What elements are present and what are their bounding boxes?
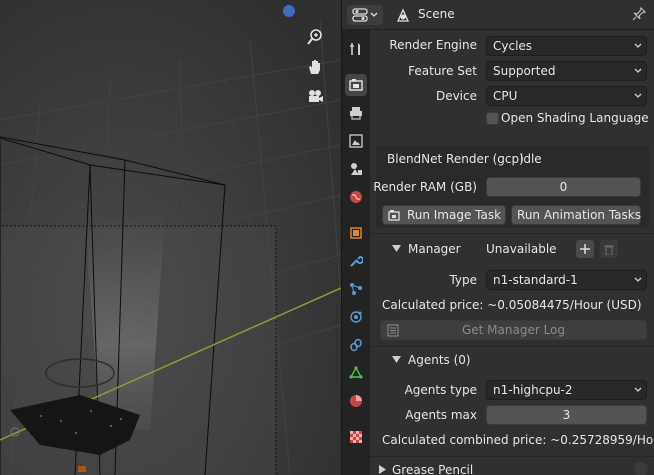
run-animation-tasks-label: Run Animation Tasks xyxy=(517,208,641,222)
render-image-icon xyxy=(388,210,400,221)
scene-breadcrumb: Scene xyxy=(418,7,455,21)
scene-properties-icon xyxy=(351,163,362,175)
properties-header: Scene xyxy=(342,0,654,30)
manager-title: Manager xyxy=(408,242,461,256)
get-manager-log-label: Get Manager Log xyxy=(461,323,566,337)
feature-set-dropdown[interactable]: Supported xyxy=(486,61,647,81)
output-tab[interactable] xyxy=(345,102,367,124)
properties-tabs xyxy=(342,30,370,475)
modifiers-tab[interactable] xyxy=(345,250,367,272)
render-engine-dropdown[interactable]: Cycles xyxy=(486,36,647,56)
wrench-screwdriver-icon xyxy=(350,43,360,55)
agents-combined-price-text: Calculated combined price: ~0.25728959/H… xyxy=(382,433,654,447)
texture-checker-icon xyxy=(350,431,362,443)
manager-type-label: Type xyxy=(449,273,477,287)
blendnet-status: idle xyxy=(520,152,542,166)
chevron-down-icon xyxy=(634,43,642,48)
render-ram-label: Render RAM (GB) xyxy=(373,180,477,194)
wrench-icon xyxy=(350,255,363,267)
log-text-icon xyxy=(387,324,399,337)
viewport-scene xyxy=(0,0,341,475)
osl-checkbox[interactable] xyxy=(486,112,499,125)
mesh-data-icon xyxy=(349,366,363,379)
device-dropdown[interactable]: CPU xyxy=(486,86,647,106)
camera-view-icon[interactable] xyxy=(302,84,328,110)
view-layer-tab[interactable] xyxy=(345,130,367,152)
particles-tab[interactable] xyxy=(345,278,367,300)
zoom-icon[interactable] xyxy=(302,24,328,50)
texture-tab[interactable] xyxy=(345,426,367,448)
grease-pencil-expand-icon[interactable] xyxy=(379,465,386,474)
navigation-gizmo-dot[interactable] xyxy=(283,5,295,17)
agents-type-label: Agents type xyxy=(404,383,477,397)
scene-tab[interactable] xyxy=(345,158,367,180)
chevron-down-icon xyxy=(634,387,642,392)
manager-expand-icon[interactable] xyxy=(392,245,401,253)
data-tab[interactable] xyxy=(345,362,367,384)
osl-label: Open Shading Language xyxy=(501,111,649,125)
blendnet-title: BlendNet Render (gcp) xyxy=(387,152,524,166)
particles-icon xyxy=(350,283,362,295)
physics-orbit-icon xyxy=(350,311,362,323)
properties-editor: Scene Render Engine Cycles Feature Set S… xyxy=(341,0,654,475)
render-engine-label: Render Engine xyxy=(389,38,477,52)
run-animation-tasks-button[interactable]: Run Animation Tasks xyxy=(511,205,641,225)
world-globe-icon xyxy=(350,191,362,203)
render-ram-field[interactable]: 0 xyxy=(486,177,641,197)
scene-icon xyxy=(396,8,410,22)
physics-tab[interactable] xyxy=(345,306,367,328)
render-camera-icon xyxy=(349,79,363,91)
object-tab[interactable] xyxy=(345,222,367,244)
pan-hand-icon[interactable] xyxy=(302,54,328,80)
trash-icon xyxy=(604,244,614,255)
manager-type-dropdown[interactable]: n1-standard-1 xyxy=(486,270,647,290)
add-manager-button[interactable] xyxy=(576,240,594,258)
feature-set-value: Supported xyxy=(493,64,556,78)
3d-viewport[interactable] xyxy=(0,0,341,475)
manager-divider xyxy=(370,233,654,234)
render-engine-value: Cycles xyxy=(493,39,533,53)
chevron-down-icon xyxy=(634,68,642,73)
world-tab[interactable] xyxy=(345,186,367,208)
object-cube-icon xyxy=(350,227,362,239)
agents-type-dropdown[interactable]: n1-highcpu-2 xyxy=(486,380,647,400)
device-label: Device xyxy=(435,89,477,103)
agents-title: Agents (0) xyxy=(408,353,471,367)
render-properties: Render Engine Cycles Feature Set Support… xyxy=(370,30,654,475)
agents-expand-icon[interactable] xyxy=(392,356,401,364)
manager-price-text: Calculated price: ~0.05084475/Hour (USD) xyxy=(382,298,642,312)
printer-icon xyxy=(350,107,362,120)
manager-type-value: n1-standard-1 xyxy=(493,273,578,287)
constraints-tab[interactable] xyxy=(345,334,367,356)
agents-max-label: Agents max xyxy=(405,408,477,422)
properties-editor-icon xyxy=(352,8,368,22)
delete-manager-button[interactable] xyxy=(600,240,618,258)
chevron-down-icon xyxy=(634,93,642,98)
image-stack-icon xyxy=(349,134,363,148)
material-tab[interactable] xyxy=(345,390,367,412)
tool-tab[interactable] xyxy=(345,38,367,60)
material-sphere-icon xyxy=(350,395,362,407)
chevron-down-icon xyxy=(370,12,378,17)
panel-drag-handle[interactable] xyxy=(634,462,648,475)
feature-set-label: Feature Set xyxy=(408,64,477,78)
run-image-task-button[interactable]: Run Image Task xyxy=(382,205,506,225)
agents-type-value: n1-highcpu-2 xyxy=(493,383,573,397)
chevron-down-icon xyxy=(634,277,642,282)
manager-status: Unavailable xyxy=(486,242,557,256)
editor-type-selector[interactable] xyxy=(347,5,383,25)
device-value: CPU xyxy=(493,89,518,103)
run-image-task-label: Run Image Task xyxy=(406,208,502,222)
plus-icon xyxy=(580,244,590,254)
agents-max-field[interactable]: 3 xyxy=(486,405,647,425)
grease-pencil-divider xyxy=(370,456,654,457)
constraint-link-icon xyxy=(350,338,362,352)
get-manager-log-button[interactable]: Get Manager Log xyxy=(380,320,647,340)
grease-pencil-panel-title[interactable]: Grease Pencil xyxy=(392,463,473,475)
render-tab[interactable] xyxy=(345,74,367,96)
pin-icon[interactable] xyxy=(631,6,647,22)
agents-divider xyxy=(370,346,654,347)
